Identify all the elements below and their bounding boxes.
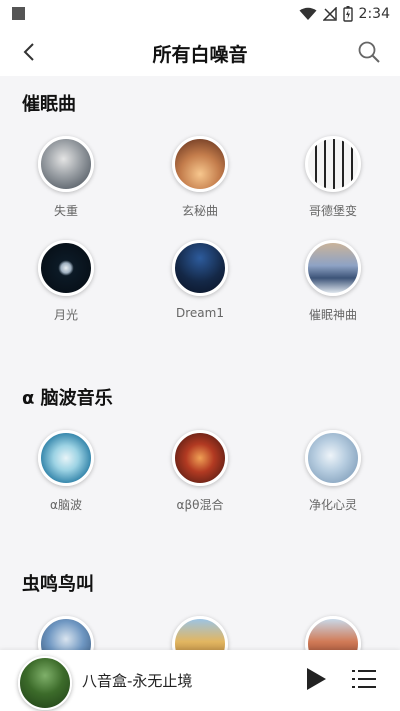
- playlist-icon[interactable]: [352, 667, 378, 691]
- sound-thumbnail: [38, 430, 94, 486]
- sound-label: 玄秘曲: [181, 204, 218, 218]
- section-title-alpha: α 脑波音乐: [22, 388, 113, 409]
- sound-label: 净化心灵: [308, 498, 357, 512]
- no-signal-icon: [322, 7, 337, 21]
- sound-label: Dream1: [176, 306, 224, 320]
- app-bar: 所有白噪音: [0, 28, 400, 76]
- album-cover[interactable]: [18, 656, 72, 710]
- play-icon[interactable]: [305, 667, 327, 691]
- sound-thumbnail: [305, 616, 361, 650]
- sound-item[interactable]: [278, 616, 388, 650]
- sound-label: 催眠神曲: [308, 308, 357, 322]
- sound-item[interactable]: 玄秘曲: [145, 136, 255, 219]
- sound-thumbnail: [38, 240, 94, 296]
- sound-label: αβθ混合: [176, 498, 224, 512]
- section-title-lullaby: 催眠曲: [22, 94, 76, 115]
- search-icon[interactable]: [356, 39, 382, 65]
- sound-item[interactable]: 催眠神曲: [278, 240, 388, 323]
- status-time: 2:34: [358, 6, 390, 22]
- sound-thumbnail: [172, 430, 228, 486]
- sound-thumbnail: [172, 240, 228, 296]
- page-title: 所有白噪音: [152, 44, 248, 66]
- sound-thumbnail: [305, 136, 361, 192]
- section-title-insects-birds: 虫鸣鸟叫: [22, 574, 94, 595]
- sound-item[interactable]: [145, 616, 255, 650]
- sound-thumbnail: [38, 136, 94, 192]
- sound-item[interactable]: 失重: [11, 136, 121, 219]
- sound-item[interactable]: 月光: [11, 240, 121, 323]
- sound-label: 哥德堡变: [308, 204, 357, 218]
- sound-label: α脑波: [50, 498, 82, 512]
- sound-thumbnail: [305, 430, 361, 486]
- sound-item[interactable]: α脑波: [11, 430, 121, 513]
- sound-label: 月光: [53, 308, 78, 322]
- sound-thumbnail: [172, 136, 228, 192]
- sound-list: 催眠曲 失重 玄秘曲 哥德堡变 月光 Dream1 催眠神曲 α 脑波音乐 α脑…: [0, 76, 400, 650]
- notification-icon: [12, 7, 25, 20]
- sound-thumbnail: [172, 616, 228, 650]
- sound-thumbnail: [38, 616, 94, 650]
- battery-icon: [342, 6, 353, 22]
- sound-item[interactable]: αβθ混合: [145, 430, 255, 513]
- sound-label: 失重: [53, 204, 78, 218]
- status-bar: 2:34: [0, 0, 400, 28]
- wifi-icon: [299, 7, 317, 20]
- sound-item[interactable]: [11, 616, 121, 650]
- sound-item[interactable]: 净化心灵: [278, 430, 388, 513]
- track-title: 八音盒-永无止境: [82, 672, 193, 690]
- sound-thumbnail: [305, 240, 361, 296]
- mini-player[interactable]: 八音盒-永无止境: [0, 650, 400, 711]
- sound-item[interactable]: Dream1: [145, 240, 255, 320]
- sound-item[interactable]: 哥德堡变: [278, 136, 388, 219]
